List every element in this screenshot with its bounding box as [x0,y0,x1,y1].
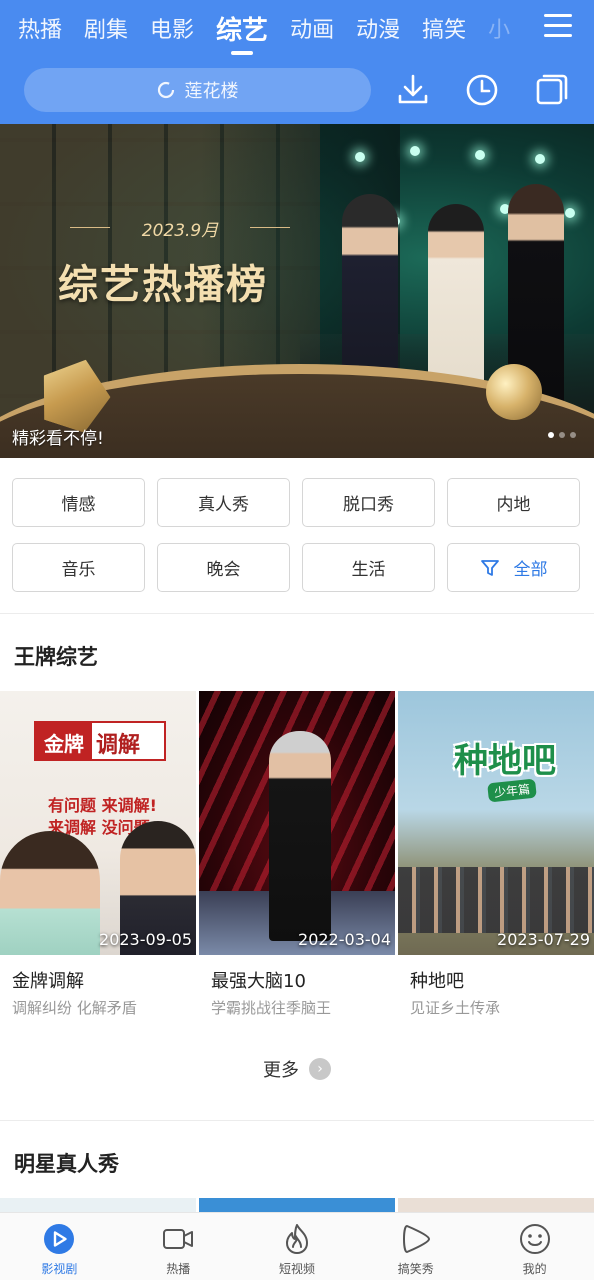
nav-item-dramas[interactable]: 影视剧 [0,1213,119,1280]
nav-label: 短视频 [278,1262,315,1276]
filter-icon [480,559,499,576]
gold-ball-decoration [486,364,542,420]
tab-hot[interactable]: 热播 [18,12,62,44]
section-divider [0,613,594,614]
poster-slogan-line: 有问题 来调解! [48,796,157,815]
poster-logo-left: 金牌 [36,723,92,761]
filter-chip-music[interactable]: 音乐 [12,543,145,592]
filter-chip-emotion[interactable]: 情感 [12,478,145,527]
show-poster: 金牌 调解 有问题 来调解! 来调解 没问题! 2023-09-05 [0,691,196,955]
poster-person [0,831,100,955]
show-title: 最强大脑10 [211,971,306,992]
top-header: 热播 剧集 电影 综艺 动画 动漫 搞笑 小 莲花楼 [0,0,594,124]
carousel-dots [548,432,576,438]
stage-light [565,208,575,218]
poster-logo: 种地吧 [454,741,556,781]
play-triangle-icon [402,1225,430,1253]
nav-item-shorts[interactable]: 短视频 [238,1213,357,1280]
nav-label: 热播 [166,1262,191,1276]
smile-icon [519,1224,550,1254]
section-title-ace: 王牌综艺 [14,645,98,669]
show-title: 金牌调解 [12,971,84,992]
stage-light [410,146,420,156]
filter-chip-life[interactable]: 生活 [302,543,435,592]
carousel-dot-active [548,432,554,438]
show-date: 2023-07-29 [497,930,590,949]
show-card[interactable]: 种地吧 少年篇 2023-07-29 种地吧 见证乡土传承 [398,691,594,1018]
hero-banner[interactable]: 2023.9月 综艺热播榜 精彩看不停! [0,124,594,458]
filter-chip-all-label: 全部 [513,560,548,580]
poster-group-photo [398,867,594,933]
search-icon [157,81,174,99]
window-icon[interactable] [534,72,570,108]
show-poster: 种地吧 少年篇 2023-07-29 [398,691,594,955]
carousel-dot [570,432,576,438]
nav-label: 影视剧 [41,1262,78,1276]
show-poster: 2022-03-04 [199,691,395,955]
video-camera-icon [163,1229,194,1249]
nav-item-funny[interactable]: 搞笑秀 [356,1213,475,1280]
poster-person [269,731,331,941]
tab-comedy[interactable]: 搞笑 [422,12,466,44]
poster-logo: 金牌 调解 [34,721,166,761]
filter-chip-reality[interactable]: 真人秀 [157,478,290,527]
filter-chip-gala[interactable]: 晚会 [157,543,290,592]
stage-light [355,152,365,162]
search-placeholder: 莲花楼 [184,81,239,102]
section-title-star: 明星真人秀 [14,1152,119,1176]
search-row: 莲花楼 [0,64,594,116]
show-title: 种地吧 [410,971,464,992]
filter-chips: 情感 真人秀 脱口秀 内地 音乐 晚会 生活 全部 [12,478,582,592]
search-bar[interactable]: 莲花楼 [24,68,371,112]
nav-label: 我的 [522,1262,547,1276]
ace-variety-cards: 金牌 调解 有问题 来调解! 来调解 没问题! 2023-09-05 金牌调解 … [0,691,594,1021]
history-icon[interactable] [464,72,500,108]
show-date: 2023-09-05 [99,930,192,949]
stage-light [475,150,485,160]
bottom-nav: 影视剧 热播 短视频 搞笑秀 我的 [0,1212,594,1280]
banner-headline: 综艺热播榜 [58,262,268,308]
tab-animation[interactable]: 动画 [290,12,334,44]
poster-badge: 少年篇 [487,778,537,803]
flame-icon [285,1224,308,1254]
nav-item-hot[interactable]: 热播 [119,1213,238,1280]
nav-label: 搞笑秀 [397,1262,434,1276]
nav-item-mine[interactable]: 我的 [475,1213,594,1280]
filter-chip-mainland[interactable]: 内地 [447,478,580,527]
poster-logo-right: 调解 [96,733,141,758]
tab-variety[interactable]: 综艺 [216,10,268,47]
stage-light [535,154,545,164]
show-subtitle: 调解纠纷 化解矛盾 [12,999,137,1017]
more-label: 更多 [263,1060,299,1081]
tab-series[interactable]: 剧集 [84,12,128,44]
show-subtitle: 学霸挑战往季脑王 [211,999,332,1017]
tab-anime[interactable]: 动漫 [356,12,400,44]
banner-date: 2023.9月 [70,216,290,241]
more-button[interactable]: 更多 › [0,1056,594,1082]
banner-caption: 精彩看不停! [12,429,104,449]
section-divider [0,1120,594,1121]
filter-chip-talkshow[interactable]: 脱口秀 [302,478,435,527]
category-tabs: 热播 剧集 电影 综艺 动画 动漫 搞笑 小 [0,0,594,56]
show-card[interactable]: 金牌 调解 有问题 来调解! 来调解 没问题! 2023-09-05 金牌调解 … [0,691,196,1018]
app-page: 热播 剧集 电影 综艺 动画 动漫 搞笑 小 莲花楼 2023.9月 综艺热播榜… [0,0,594,1280]
play-circle-icon [44,1224,75,1254]
carousel-dot [559,432,565,438]
tab-more-partial[interactable]: 小 [488,12,510,44]
menu-icon[interactable] [544,14,572,42]
download-icon[interactable] [395,72,431,108]
chevron-right-icon: › [309,1058,331,1080]
tab-movie[interactable]: 电影 [150,12,194,44]
filter-chip-all[interactable]: 全部 [447,543,580,592]
show-date: 2022-03-04 [298,930,391,949]
show-card[interactable]: 2022-03-04 最强大脑10 学霸挑战往季脑王 [199,691,395,1018]
show-subtitle: 见证乡土传承 [410,999,501,1017]
